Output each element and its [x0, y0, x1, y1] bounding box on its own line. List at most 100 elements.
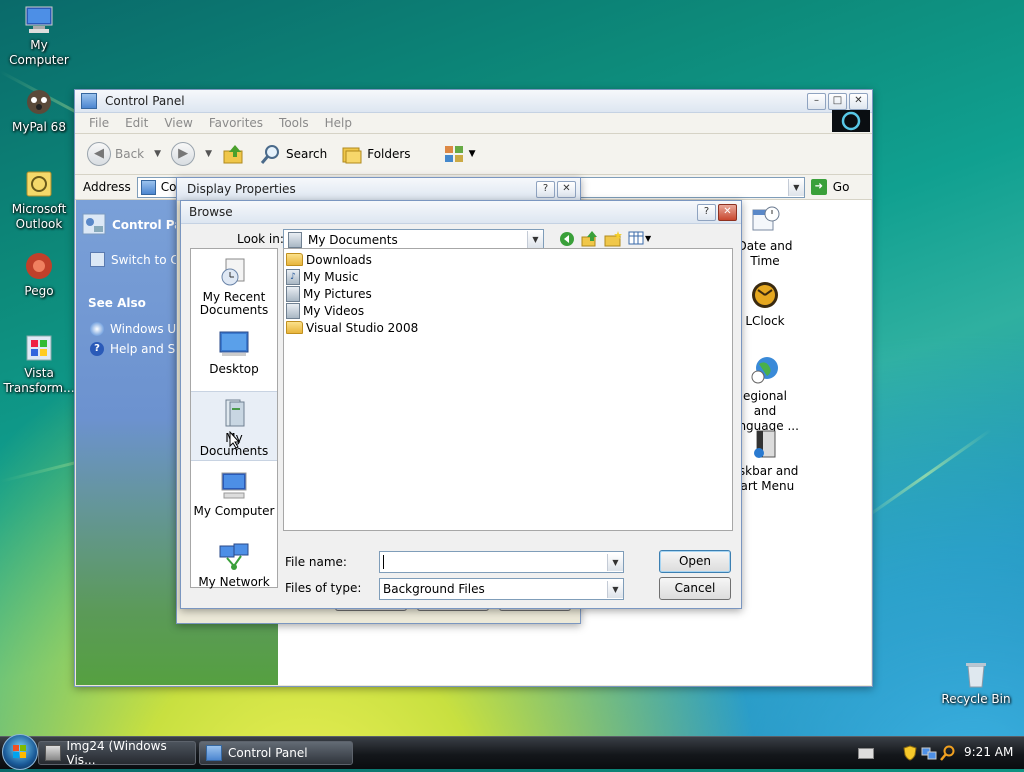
address-folder-icon [140, 179, 156, 195]
close-button[interactable]: ✕ [718, 203, 737, 221]
desktop-icon-label: Recycle Bin [941, 692, 1011, 706]
pictures-folder-icon [286, 285, 300, 302]
desktop-icon-label: Pego [24, 284, 54, 298]
look-in-label: Look in: [237, 232, 284, 246]
mouse-cursor-icon [229, 430, 241, 452]
forward-button[interactable]: ▶ [167, 140, 199, 168]
view-dropdown-icon: ▼ [645, 233, 652, 243]
menu-help[interactable]: Help [317, 116, 360, 130]
up-one-level-button[interactable] [581, 230, 599, 250]
desktop-icon-label: MyPal 68 [12, 120, 66, 134]
help-icon: ? [90, 342, 104, 356]
place-desktop[interactable]: Desktop [191, 329, 277, 376]
network-tray-icon[interactable] [921, 745, 937, 764]
windows-update-link[interactable]: Windows Up [90, 322, 184, 336]
desktop-icon-my-computer[interactable]: My Computer [0, 4, 78, 68]
place-my-computer[interactable]: My Computer [191, 471, 277, 518]
desktop-icon-recycle-bin[interactable]: Recycle Bin [937, 658, 1015, 707]
look-in-dropdown-button[interactable]: ▼ [527, 231, 543, 248]
toolbar: ◀ Back ▼ ▶ ▼ Search Folders ▼ [75, 134, 872, 175]
folder-icon [286, 321, 303, 334]
menu-view[interactable]: View [156, 116, 200, 130]
recent-documents-icon [218, 257, 250, 287]
view-menu-button[interactable]: ▼ [628, 231, 651, 245]
open-button[interactable]: Open [659, 550, 731, 573]
folder-icon [286, 253, 303, 266]
mypal-icon [23, 86, 55, 118]
go-button[interactable]: ➜ Go [810, 179, 849, 195]
menu-edit[interactable]: Edit [117, 116, 156, 130]
menu-tools[interactable]: Tools [271, 116, 317, 130]
desktop-icon-label: Vista Transform... [3, 366, 75, 395]
cancel-button[interactable]: Cancel [659, 577, 731, 600]
desktop-icon-outlook[interactable]: Microsoft Outlook [0, 168, 78, 232]
file-item-my-videos[interactable]: My Videos [284, 302, 732, 319]
file-item-my-music[interactable]: ♪ My Music [284, 268, 732, 285]
control-panel-large-icon [82, 213, 106, 235]
file-item-visual-studio-2008[interactable]: Visual Studio 2008 [284, 319, 732, 336]
file-item-downloads[interactable]: Downloads [284, 251, 732, 268]
taskbar-button-img24[interactable]: Img24 (Windows Vis... [38, 739, 196, 767]
maximize-button[interactable]: □ [828, 92, 847, 110]
browse-titlebar[interactable]: Browse ? ✕ [181, 201, 741, 224]
window-title: Control Panel [105, 94, 185, 108]
back-button[interactable]: ◀ Back [83, 140, 148, 168]
taskbar: Img24 (Windows Vis... Control Panel 9:21… [0, 734, 1024, 770]
look-in-dropdown[interactable]: My Documents ▼ [283, 229, 544, 250]
file-name-dropdown-button[interactable]: ▼ [607, 553, 623, 571]
switch-view-icon [90, 252, 105, 267]
network-icon [218, 542, 250, 572]
up-folder-button[interactable] [218, 141, 250, 167]
views-button[interactable]: ▼ [439, 141, 480, 167]
window-title: Browse [189, 205, 233, 219]
menu-favorites[interactable]: Favorites [201, 116, 271, 130]
window-title: Display Properties [187, 182, 296, 196]
address-dropdown-button[interactable]: ▼ [787, 178, 804, 196]
clock[interactable]: 9:21 AM [964, 745, 1013, 759]
new-folder-button[interactable] [604, 230, 622, 250]
display-properties-titlebar[interactable]: Display Properties ? ✕ [177, 178, 580, 201]
file-list: Downloads ♪ My Music My Pictures My Vide… [283, 248, 733, 531]
menu-file[interactable]: File [81, 116, 117, 130]
file-item-my-pictures[interactable]: My Pictures [284, 285, 732, 302]
desktop-icon-vista-transform[interactable]: Vista Transform... [0, 332, 78, 396]
help-button[interactable]: ? [697, 203, 716, 221]
views-dropdown-icon: ▼ [468, 149, 476, 159]
keyboard-icon[interactable] [858, 748, 874, 759]
back-dropdown-icon[interactable]: ▼ [154, 149, 161, 159]
taskbar-button-control-panel[interactable]: Control Panel [199, 741, 353, 765]
menu-bar: File Edit View Favorites Tools Help [75, 113, 872, 134]
help-support-link[interactable]: ? Help and Su [90, 342, 183, 356]
desktop-icon-pego[interactable]: Pego [0, 250, 78, 299]
windows-flag-icon [13, 745, 26, 758]
search-tray-icon[interactable] [940, 745, 956, 764]
security-shield-icon[interactable] [903, 745, 917, 764]
file-name-input[interactable]: ▼ [379, 551, 624, 573]
back-arrow-icon [560, 232, 574, 246]
forward-dropdown-icon[interactable]: ▼ [205, 149, 212, 159]
help-button[interactable]: ? [536, 180, 555, 198]
places-bar: My Recent Documents Desktop My Documents… [190, 248, 278, 589]
lclock-icon [749, 279, 781, 311]
desktop-icon-mypal[interactable]: MyPal 68 [0, 86, 78, 135]
files-of-type-dropdown-button[interactable]: ▼ [607, 580, 623, 598]
text-cursor [383, 555, 384, 569]
place-recent-documents[interactable]: My Recent Documents [191, 257, 277, 317]
pego-icon [23, 250, 55, 282]
forward-arrow-icon: ▶ [171, 142, 196, 166]
desktop-icon-label: My Computer [9, 38, 69, 67]
close-button[interactable]: ✕ [557, 180, 576, 198]
files-of-type-dropdown[interactable]: Background Files ▼ [379, 578, 624, 600]
place-my-network[interactable]: My Network [191, 542, 277, 589]
up-folder-icon [581, 231, 597, 247]
windows-logo-icon [832, 110, 870, 132]
close-button[interactable]: ✕ [849, 92, 868, 110]
start-button[interactable] [2, 734, 38, 770]
switch-to-category-link[interactable]: Switch to Ca [90, 252, 186, 267]
folders-button[interactable]: Folders [337, 141, 414, 167]
control-panel-titlebar[interactable]: Control Panel – □ ✕ [75, 90, 872, 113]
file-name-label: File name: [285, 555, 347, 569]
videos-folder-icon [286, 302, 300, 319]
minimize-button[interactable]: – [807, 92, 826, 110]
search-button[interactable]: Search [256, 141, 331, 167]
